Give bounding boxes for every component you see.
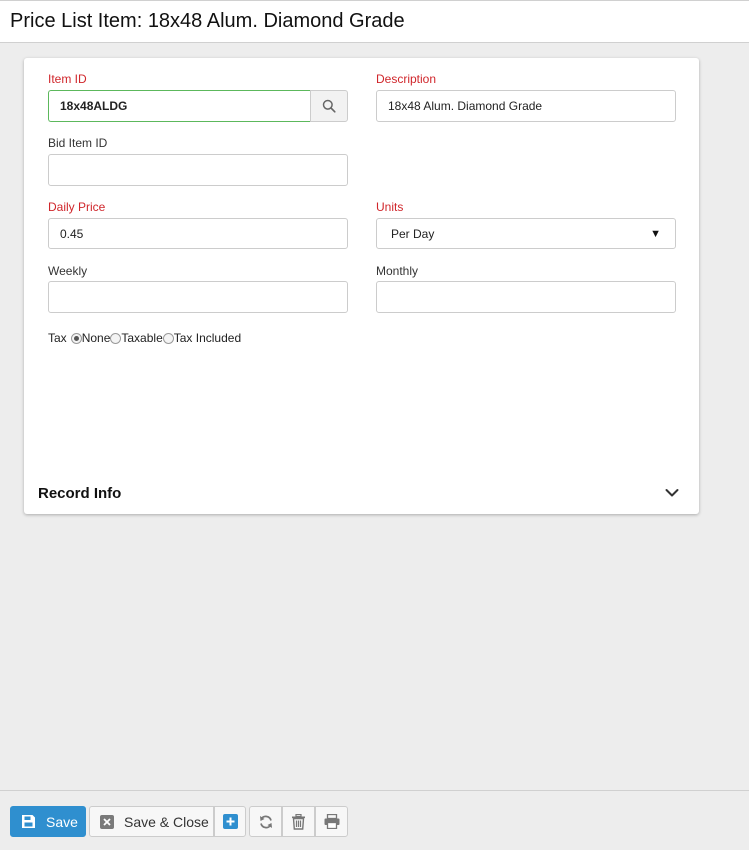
bid-item-id-input[interactable]	[48, 154, 348, 186]
bid-item-id-label: Bid Item ID	[48, 136, 108, 150]
trash-icon	[292, 813, 305, 830]
description-label: Description	[376, 72, 437, 86]
search-icon	[322, 99, 336, 113]
add-new-button[interactable]	[214, 806, 246, 837]
footer-toolbar: Save Save & Close	[0, 790, 749, 850]
tax-none-label[interactable]: None	[82, 331, 111, 345]
page-header: Price List Item: 18x48 Alum. Diamond Gra…	[0, 0, 749, 43]
units-selected-value: Per Day	[391, 226, 435, 241]
weekly-label: Weekly	[48, 264, 88, 278]
weekly-input[interactable]	[48, 281, 348, 313]
item-id-label: Item ID	[48, 72, 87, 86]
save-button[interactable]: Save	[10, 806, 86, 837]
print-button[interactable]	[315, 806, 348, 837]
plus-icon	[222, 814, 238, 829]
daily-price-input[interactable]	[48, 218, 348, 249]
floppy-disk-icon	[22, 815, 35, 828]
monthly-label: Monthly	[376, 264, 419, 278]
close-box-icon	[100, 814, 114, 829]
printer-icon	[324, 814, 339, 829]
item-lookup-button[interactable]	[310, 90, 348, 122]
dropdown-arrow-icon: ▼	[650, 227, 661, 240]
monthly-input[interactable]	[376, 281, 676, 313]
description-input[interactable]	[376, 90, 676, 122]
save-button-label: Save	[46, 813, 78, 830]
item-id-input[interactable]	[48, 90, 311, 122]
page-title: Price List Item: 18x48 Alum. Diamond Gra…	[10, 10, 405, 32]
tax-none-radio[interactable]	[70, 332, 82, 344]
tax-included-radio[interactable]	[162, 332, 174, 344]
save-and-close-button[interactable]: Save & Close	[89, 806, 214, 837]
tax-taxable-label[interactable]: Taxable	[121, 331, 162, 345]
tax-taxable-radio[interactable]	[110, 332, 122, 344]
tax-radio-group: Tax None Taxable Tax Included	[48, 331, 241, 345]
tax-label: Tax	[48, 331, 67, 345]
form-card: Item ID Description Bid Item ID Daily Pr…	[24, 58, 699, 514]
chevron-down-icon	[665, 489, 679, 497]
tax-included-label[interactable]: Tax Included	[174, 331, 241, 345]
record-info-label: Record Info	[38, 485, 122, 502]
delete-button[interactable]	[282, 806, 315, 837]
refresh-button[interactable]	[249, 806, 282, 837]
refresh-icon	[259, 815, 272, 828]
daily-price-label: Daily Price	[48, 200, 106, 214]
units-label: Units	[376, 200, 404, 214]
record-info-toggle[interactable]: Record Info	[24, 476, 699, 514]
units-select[interactable]: Per Day ▼	[376, 218, 676, 249]
save-and-close-label: Save & Close	[124, 813, 209, 830]
